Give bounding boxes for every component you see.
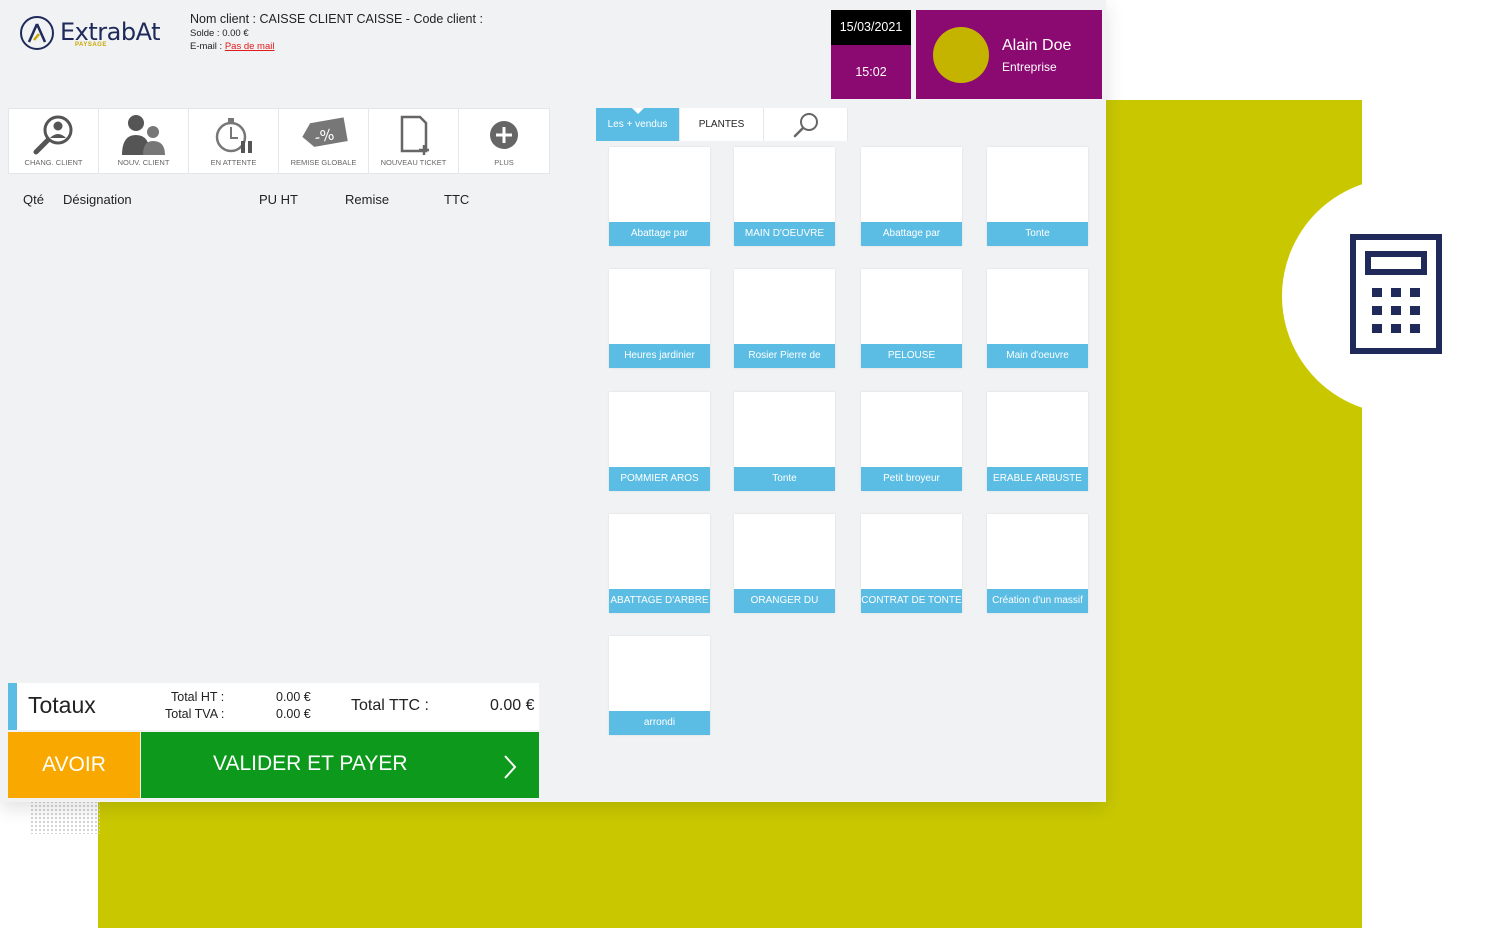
product-label: ORANGER DU	[734, 589, 835, 613]
change-client-button[interactable]: CHANG. CLIENT	[9, 109, 99, 173]
product-label: Abattage par	[609, 222, 710, 246]
new-client-button[interactable]: NOUV. CLIENT	[99, 109, 189, 173]
total-ttc-value: 0.00 €	[490, 697, 535, 714]
product-label: Heures jardinier	[609, 344, 710, 368]
discount-tag-icon: -%	[301, 117, 348, 147]
product-tile[interactable]: Main d'oeuvre	[987, 269, 1088, 368]
new-document-icon	[400, 115, 429, 155]
product-tile[interactable]: ABATTAGE D'ARBRE	[609, 514, 710, 613]
current-time: 15:02	[855, 65, 887, 79]
product-label: Petit broyeur	[861, 467, 962, 491]
product-tabs: Les + vendus PLANTES	[596, 108, 848, 141]
more-button[interactable]: PLUS	[459, 109, 549, 173]
totals-panel: Totaux Total HT : Total TVA : 0.00 € 0.0…	[8, 683, 539, 730]
user-name: Alain Doe	[1002, 37, 1072, 54]
client-info: Nom client : CAISSE CLIENT CAISSE - Code…	[190, 12, 483, 52]
totals-accent-bar	[8, 683, 17, 730]
client-email: E-mail : Pas de mail	[190, 41, 483, 52]
product-tile[interactable]: MAIN D'OEUVRE	[734, 147, 835, 246]
logo-mark-icon	[20, 16, 54, 50]
tab-top-sold[interactable]: Les + vendus	[596, 108, 680, 141]
total-ht-value: 0.00 €	[276, 690, 311, 704]
client-name-code: Nom client : CAISSE CLIENT CAISSE - Code…	[190, 12, 483, 26]
client-balance: Solde : 0.00 €	[190, 28, 249, 39]
product-label: Création d'un massif	[987, 589, 1088, 613]
col-ttc: TTC	[444, 192, 470, 207]
product-label: PELOUSE	[861, 344, 962, 368]
product-label: ABATTAGE D'ARBRE	[609, 589, 710, 613]
avatar	[933, 27, 989, 83]
product-label: Main d'oeuvre	[987, 344, 1088, 368]
product-tile[interactable]: Création d'un massif	[987, 514, 1088, 613]
pos-window: ExtrabAt PAYSAGE Nom client : CAISSE CLI…	[0, 0, 1106, 802]
user-role: Entreprise	[1002, 60, 1057, 74]
product-tile[interactable]: Tonte	[987, 147, 1088, 246]
client-email-link[interactable]: Pas de mail	[225, 41, 275, 52]
action-toolbar: CHANG. CLIENT NOUV. CLIENT EN ATTENTE -%…	[8, 108, 550, 174]
global-discount-button[interactable]: -% REMISE GLOBALE	[279, 109, 369, 173]
total-ttc-label: Total TTC :	[351, 697, 429, 714]
timer-pause-icon	[215, 118, 252, 153]
col-unit-price: PU HT	[259, 192, 298, 207]
product-tile[interactable]: Abattage par	[609, 147, 710, 246]
product-label: MAIN D'OEUVRE	[734, 222, 835, 246]
product-tile[interactable]: Abattage par	[861, 147, 962, 246]
product-tile[interactable]: arrondi	[609, 636, 710, 735]
svg-text:-%: -%	[313, 125, 335, 146]
product-label: ERABLE ARBUSTE	[987, 467, 1088, 491]
product-tile[interactable]: Heures jardinier	[609, 269, 710, 368]
decorative-dots	[30, 800, 100, 834]
chevron-right-icon	[504, 755, 517, 779]
product-label: CONTRAT DE TONTE	[861, 589, 962, 613]
col-qty: Qté	[23, 192, 44, 207]
new-ticket-button[interactable]: NOUVEAU TICKET	[369, 109, 459, 173]
product-tile[interactable]: Tonte	[734, 392, 835, 491]
product-label: Tonte	[987, 222, 1088, 246]
search-user-icon	[33, 115, 72, 155]
new-ticket-label: NOUVEAU TICKET	[380, 158, 447, 167]
validate-pay-label: VALIDER ET PAYER	[213, 752, 408, 775]
total-tva-value: 0.00 €	[276, 707, 311, 721]
col-discount: Remise	[345, 192, 390, 207]
product-tile[interactable]: POMMIER AROS	[609, 392, 710, 491]
global-discount-label: REMISE GLOBALE	[290, 158, 357, 167]
tab-search[interactable]	[764, 108, 848, 141]
totals-title: Totaux	[28, 692, 96, 718]
product-label: Tonte	[734, 467, 835, 491]
more-label: PLUS	[494, 158, 514, 167]
on-hold-button[interactable]: EN ATTENTE	[189, 109, 279, 173]
col-designation: Désignation	[63, 192, 132, 207]
validate-pay-button[interactable]: VALIDER ET PAYER	[141, 732, 539, 798]
product-tile[interactable]: ORANGER DU	[734, 514, 835, 613]
calculator-icon[interactable]	[1350, 234, 1442, 354]
brand-sub: PAYSAGE	[75, 42, 107, 48]
user-card[interactable]: Alain Doe Entreprise	[916, 10, 1102, 99]
on-hold-label: EN ATTENTE	[210, 158, 257, 167]
change-client-label: CHANG. CLIENT	[24, 158, 83, 167]
credit-note-button[interactable]: AVOIR	[8, 732, 140, 798]
product-tile[interactable]: Petit broyeur	[861, 392, 962, 491]
total-tva-label: Total TVA :	[165, 707, 225, 721]
new-client-label: NOUV. CLIENT	[117, 158, 170, 167]
product-label: POMMIER AROS	[609, 467, 710, 491]
tab-plantes[interactable]: PLANTES	[680, 108, 764, 141]
product-label: Rosier Pierre de	[734, 344, 835, 368]
product-label: arrondi	[609, 711, 710, 735]
datetime-box: 15/03/2021 15:02	[831, 10, 911, 99]
client-email-label: E-mail :	[190, 41, 225, 52]
search-icon	[793, 113, 818, 138]
plus-circle-icon	[490, 121, 518, 149]
users-icon	[121, 115, 165, 155]
product-tile[interactable]: ERABLE ARBUSTE	[987, 392, 1088, 491]
total-ht-label: Total HT :	[171, 690, 225, 704]
product-tile[interactable]: CONTRAT DE TONTE	[861, 514, 962, 613]
brand-logo: ExtrabAt PAYSAGE	[20, 16, 170, 56]
product-label: Abattage par	[861, 222, 962, 246]
product-tile[interactable]: Rosier Pierre de	[734, 269, 835, 368]
current-date: 15/03/2021	[831, 10, 911, 45]
product-tile[interactable]: PELOUSE	[861, 269, 962, 368]
